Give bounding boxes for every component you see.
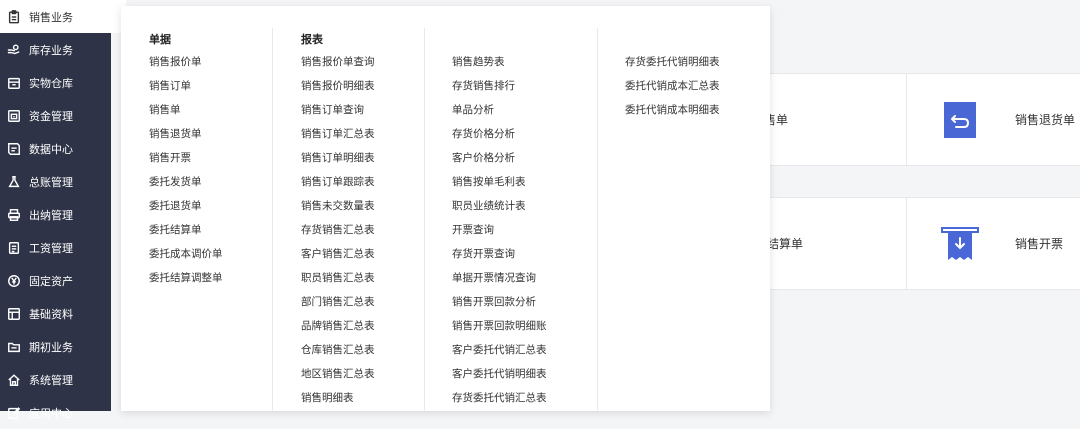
- documents-heading: 单据: [149, 33, 171, 46]
- menu-item[interactable]: 销售明细表: [301, 390, 375, 414]
- sidebar-item-label: 工资管理: [29, 241, 73, 255]
- column-divider: [597, 28, 598, 411]
- menu-item[interactable]: 单品分析: [452, 102, 547, 126]
- sidebar-item-label: 基础资料: [29, 307, 73, 321]
- menu-item[interactable]: 销售开票回款分析: [452, 294, 547, 318]
- folder-icon: [6, 339, 21, 354]
- menu-item[interactable]: 职员销售汇总表: [301, 270, 375, 294]
- menu-item[interactable]: 开票查询: [452, 222, 547, 246]
- sidebar-item-label: 固定资产: [29, 274, 73, 288]
- sidebar-item-opening[interactable]: 期初业务: [0, 330, 111, 363]
- card-label: 销售开票: [1015, 237, 1064, 251]
- menu-item[interactable]: 销售报价单查询: [301, 54, 375, 78]
- sidebar-item-sales[interactable]: 销售业务: [0, 0, 132, 33]
- home-icon: [6, 372, 21, 387]
- menu-item[interactable]: 销售趋势表: [452, 54, 547, 78]
- column-divider: [424, 28, 425, 411]
- menu-item[interactable]: 委托结算调整单: [149, 270, 223, 294]
- menu-item[interactable]: 销售开票回款明细账: [452, 318, 547, 342]
- menu-item[interactable]: 委托代销成本明细表: [625, 102, 720, 126]
- sidebar-item-label: 应用中心: [29, 406, 73, 420]
- menu-item[interactable]: 委托发货单: [149, 174, 223, 198]
- menu-item[interactable]: 销售报价明细表: [301, 78, 375, 102]
- column-divider: [272, 28, 273, 411]
- menu-item[interactable]: 仓库销售汇总表: [301, 342, 375, 366]
- menu-item[interactable]: 委托结算单: [149, 222, 223, 246]
- sidebar-item-label: 实物仓库: [29, 76, 73, 90]
- menu-item[interactable]: 销售开票: [149, 150, 223, 174]
- sidebar-item-label: 资金管理: [29, 109, 73, 123]
- window-icon: [6, 306, 21, 321]
- menu-item[interactable]: 销售单: [149, 102, 223, 126]
- menu-item[interactable]: 存货委托代销明细表: [625, 54, 720, 78]
- menu-item[interactable]: 存货销售排行: [452, 78, 547, 102]
- menu-item[interactable]: 销售订单跟踪表: [301, 174, 375, 198]
- chart-doc-icon: [6, 141, 21, 156]
- sidebar-item-payroll[interactable]: 工资管理: [0, 231, 111, 264]
- yen-circle-icon: [6, 273, 21, 288]
- sidebar-item-warehouse[interactable]: 实物仓库: [0, 66, 111, 99]
- sidebar-item-label: 总账管理: [29, 175, 73, 189]
- box-icon: [6, 75, 21, 90]
- sidebar: 销售业务 库存业务 实物仓库 资金管理 数据中心 总账管理 出纳管理 工资管理 …: [0, 0, 132, 420]
- reports-list-3: 存货委托代销明细表 委托代销成本汇总表 委托代销成本明细表: [625, 54, 720, 126]
- sidebar-item-label: 期初业务: [29, 340, 73, 354]
- menu-item[interactable]: 客户委托代销明细表: [452, 366, 547, 390]
- menu-item[interactable]: 客户销售汇总表: [301, 246, 375, 270]
- sales-mega-menu: 单据 销售报价单 销售订单 销售单 销售退货单 销售开票 委托发货单 委托退货单 委托结算单委…: [121, 6, 770, 411]
- card-sales-return[interactable]: 销售退货单: [906, 73, 1080, 166]
- sidebar-item-ledger[interactable]: 总账管理: [0, 165, 111, 198]
- menu-item[interactable]: 销售未交数量表: [301, 198, 375, 222]
- menu-item[interactable]: 销售按单毛利表: [452, 174, 547, 198]
- edit-icon: [6, 405, 21, 420]
- invoice-icon: [941, 226, 979, 264]
- sidebar-item-funds[interactable]: 资金管理: [0, 99, 111, 132]
- menu-item[interactable]: 销售订单查询: [301, 102, 375, 126]
- return-icon: [944, 102, 976, 138]
- printer-icon: [6, 207, 21, 222]
- sidebar-item-label: 系统管理: [29, 373, 73, 387]
- reports-list-2: 销售趋势表 存货销售排行 单品分析 存货价格分析 客户价格分析 销售按单毛利表 职员业绩统计…: [452, 54, 547, 414]
- menu-item[interactable]: 销售订单明细表: [301, 150, 375, 174]
- sidebar-item-label: 销售业务: [29, 10, 73, 24]
- sidebar-item-app-center[interactable]: 应用中心: [0, 396, 111, 429]
- sidebar-item-label: 数据中心: [29, 142, 73, 156]
- sidebar-item-label: 出纳管理: [29, 208, 73, 222]
- menu-item[interactable]: 委托代销成本汇总表: [625, 78, 720, 102]
- sidebar-item-fixed-assets[interactable]: 固定资产: [0, 264, 111, 297]
- menu-item[interactable]: 销售订单: [149, 78, 223, 102]
- menu-item[interactable]: 客户价格分析: [452, 150, 547, 174]
- sidebar-item-basic-data[interactable]: 基础资料: [0, 297, 111, 330]
- reports-list: 销售报价单查询 销售报价明细表 销售订单查询 销售订单汇总表 销售订单明细表 销售订单跟踪…: [301, 54, 375, 414]
- menu-item[interactable]: 地区销售汇总表: [301, 366, 375, 390]
- document-icon: [6, 240, 21, 255]
- menu-item[interactable]: 存货委托代销汇总表: [452, 390, 547, 414]
- menu-item[interactable]: 存货开票查询: [452, 246, 547, 270]
- menu-item[interactable]: 存货销售汇总表: [301, 222, 375, 246]
- menu-item[interactable]: 客户委托代销汇总表: [452, 342, 547, 366]
- sidebar-item-data-center[interactable]: 数据中心: [0, 132, 111, 165]
- menu-item[interactable]: 单据开票情况查询: [452, 270, 547, 294]
- flask-icon: [6, 174, 21, 189]
- menu-item[interactable]: 品牌销售汇总表: [301, 318, 375, 342]
- sidebar-item-system[interactable]: 系统管理: [0, 363, 111, 396]
- clipboard-icon: [6, 9, 21, 24]
- menu-item[interactable]: 销售退货单: [149, 126, 223, 150]
- safe-icon: [6, 108, 21, 123]
- hand-coin-icon: [6, 42, 21, 57]
- documents-list: 销售报价单 销售订单 销售单 销售退货单 销售开票 委托发货单 委托退货单 委托结算单 委托成本…: [149, 54, 223, 294]
- menu-item[interactable]: 部门销售汇总表: [301, 294, 375, 318]
- sidebar-item-cashier[interactable]: 出纳管理: [0, 198, 111, 231]
- menu-item[interactable]: 委托退货单: [149, 198, 223, 222]
- card-label: 销售退货单: [1015, 113, 1076, 127]
- menu-item[interactable]: 销售报价单: [149, 54, 223, 78]
- reports-heading: 报表: [301, 33, 323, 46]
- card-sales-invoice[interactable]: 销售开票: [906, 197, 1080, 290]
- sidebar-item-label: 库存业务: [29, 43, 73, 57]
- menu-item[interactable]: 销售订单汇总表: [301, 126, 375, 150]
- menu-item[interactable]: 职员业绩统计表: [452, 198, 547, 222]
- menu-item[interactable]: 委托成本调价单: [149, 246, 223, 270]
- menu-item[interactable]: 存货价格分析: [452, 126, 547, 150]
- sidebar-item-inventory[interactable]: 库存业务: [0, 33, 111, 66]
